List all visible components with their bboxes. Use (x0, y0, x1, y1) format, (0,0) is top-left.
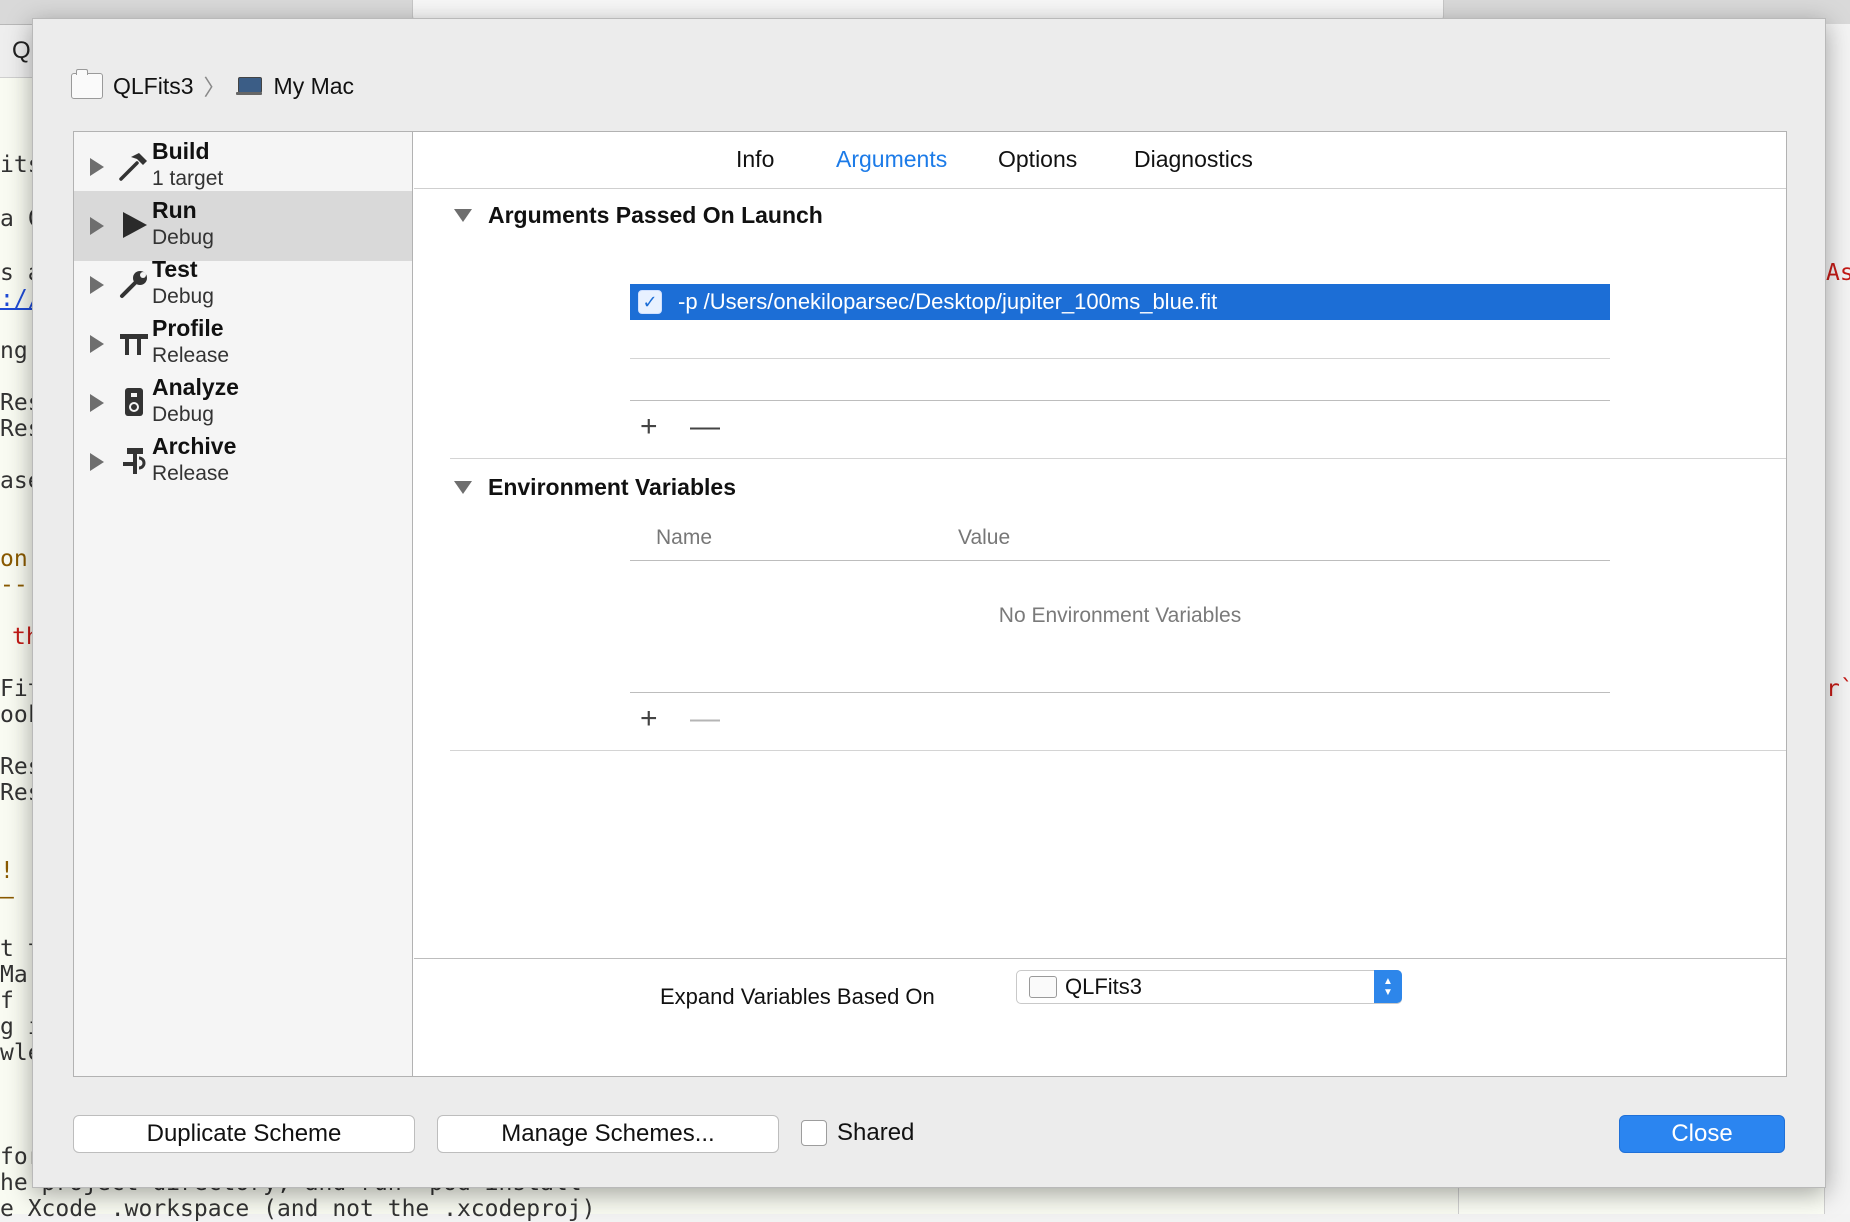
action-item-archive[interactable]: Archive Release (74, 427, 412, 497)
tab-arguments[interactable]: Arguments (836, 146, 947, 173)
env-section-header[interactable]: Environment Variables (454, 474, 736, 501)
action-name: Archive (152, 433, 237, 459)
action-subtitle: Release (152, 462, 230, 485)
breadcrumb-destination[interactable]: My Mac (274, 73, 355, 100)
code-line: e Xcode .workspace (and not the .xcodepr… (0, 1196, 596, 1222)
code-line: Ma (0, 962, 28, 988)
code-line: ng (0, 338, 28, 364)
code-line: – (0, 884, 14, 910)
argument-value[interactable]: -p /Users/onekiloparsec/Desktop/jupiter_… (678, 289, 1217, 315)
project-icon (1029, 976, 1057, 998)
env-section-title: Environment Variables (488, 474, 736, 500)
tab-bar: Info Arguments Options Diagnostics (414, 132, 1786, 189)
action-subtitle: Release (152, 344, 230, 367)
remove-argument-button[interactable]: — (690, 412, 720, 442)
action-subtitle: Debug (152, 403, 214, 426)
scheme-content: Build 1 target Run Debug Test Debug Prof… (73, 131, 1787, 1077)
checkbox-box[interactable] (801, 1120, 827, 1146)
action-name: Build (152, 138, 210, 164)
tab-diagnostics[interactable]: Diagnostics (1134, 146, 1253, 173)
remove-env-variable-button[interactable]: — (690, 704, 720, 734)
action-name: Analyze (152, 374, 239, 400)
action-name: Run (152, 197, 197, 223)
scheme-action-list: Build 1 target Run Debug Test Debug Prof… (74, 132, 413, 1076)
arguments-section-title: Arguments Passed On Launch (488, 202, 823, 228)
env-value-column-header[interactable]: Value (958, 526, 1010, 550)
hammer-icon (114, 146, 154, 186)
action-subtitle: 1 target (152, 167, 224, 190)
action-subtitle: Debug (152, 226, 214, 249)
expand-variables-popup[interactable]: QLFits3 ▲ ▼ (1016, 970, 1402, 1004)
wrench-icon (114, 264, 154, 304)
tab-info[interactable]: Info (736, 146, 774, 173)
expand-variables-label: Expand Variables Based On (660, 984, 935, 1009)
add-argument-button[interactable]: + (640, 412, 658, 442)
analyze-icon (114, 382, 154, 422)
arguments-section-header[interactable]: Arguments Passed On Launch (454, 202, 823, 229)
argument-enabled-checkbox[interactable]: ✓ (638, 290, 662, 314)
list-bottom-divider (630, 692, 1610, 693)
argument-row[interactable]: ✓ -p /Users/onekiloparsec/Desktop/jupite… (630, 284, 1610, 320)
duplicate-scheme-button[interactable]: Duplicate Scheme (73, 1115, 415, 1153)
add-env-variable-button[interactable]: + (640, 704, 658, 734)
disclosure-triangle-icon[interactable] (90, 158, 104, 176)
disclosure-triangle-icon[interactable] (90, 453, 104, 471)
code-line: ! (0, 858, 14, 884)
action-subtitle: Debug (152, 285, 214, 308)
disclosure-triangle-icon[interactable] (454, 209, 472, 222)
action-name: Profile (152, 315, 224, 341)
archive-icon (114, 441, 154, 481)
section-divider (450, 750, 1786, 751)
disclosure-triangle-icon[interactable] (90, 335, 104, 353)
caliper-icon (114, 323, 154, 363)
manage-schemes-button[interactable]: Manage Schemes... (437, 1115, 779, 1153)
disclosure-triangle-icon[interactable] (454, 481, 472, 494)
code-line: f (0, 988, 14, 1014)
code-line: -- (0, 572, 28, 598)
tab-options[interactable]: Options (998, 146, 1077, 173)
shared-label: Shared (837, 1119, 915, 1146)
section-divider (450, 458, 1786, 459)
chevron-right-icon: 〉 (203, 75, 226, 100)
code-line: r` (1826, 676, 1850, 702)
env-empty-message: No Environment Variables (998, 604, 1242, 627)
column-header-divider (630, 560, 1610, 561)
env-name-column-header[interactable]: Name (656, 526, 712, 550)
laptop-icon (235, 77, 262, 95)
action-name: Test (152, 256, 198, 282)
disclosure-triangle-icon[interactable] (90, 394, 104, 412)
action-detail-pane: Info Arguments Options Diagnostics Argum… (414, 132, 1786, 1076)
window-scrollbar[interactable] (1824, 24, 1850, 1214)
list-row-divider (630, 358, 1610, 359)
shared-checkbox[interactable]: Shared (801, 1115, 914, 1151)
play-icon (114, 205, 154, 245)
scheme-editor-sheet: QLFits3 〉 My Mac Build 1 target Run Debu… (32, 18, 1826, 1188)
breadcrumb-project[interactable]: QLFits3 (113, 73, 194, 100)
disclosure-triangle-icon[interactable] (90, 217, 104, 235)
breadcrumb: QLFits3 〉 My Mac (71, 69, 354, 103)
project-icon (71, 69, 103, 99)
list-bottom-divider (630, 400, 1610, 401)
close-button[interactable]: Close (1619, 1115, 1785, 1153)
popup-arrows-icon: ▲ ▼ (1374, 970, 1402, 1003)
expand-variables-value: QLFits3 (1065, 974, 1143, 999)
footer-divider (414, 958, 1786, 959)
disclosure-triangle-icon[interactable] (90, 276, 104, 294)
code-line: on (0, 546, 28, 572)
code-line: As (1826, 260, 1850, 286)
